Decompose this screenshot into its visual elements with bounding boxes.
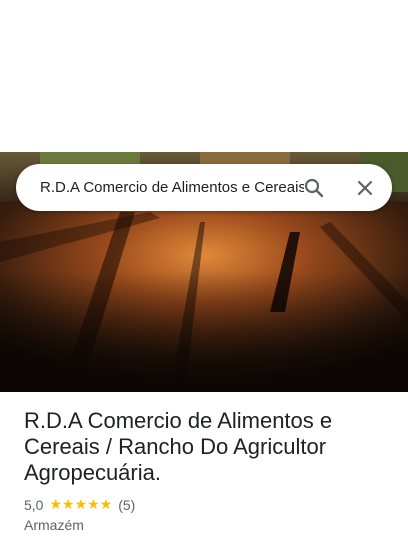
place-category[interactable]: Armazém — [24, 517, 394, 533]
place-info-panel: R.D.A Comercio de Alimentos e Cereais / … — [24, 408, 394, 533]
star-rating-icon: ★★★★★ — [49, 496, 113, 512]
rating-row[interactable]: 5,0 ★★★★★ (5) — [24, 496, 394, 513]
rating-value: 5,0 — [24, 496, 44, 513]
search-bar[interactable]: R.D.A Comercio de Alimentos e Cereais / … — [16, 164, 392, 211]
review-count[interactable]: (5) — [118, 497, 135, 513]
map-blank-area — [0, 0, 408, 152]
search-icon[interactable] — [302, 176, 326, 200]
place-title: R.D.A Comercio de Alimentos e Cereais / … — [24, 408, 333, 485]
close-icon[interactable] — [353, 176, 377, 200]
search-input[interactable]: R.D.A Comercio de Alimentos e Cereais / … — [40, 178, 304, 197]
